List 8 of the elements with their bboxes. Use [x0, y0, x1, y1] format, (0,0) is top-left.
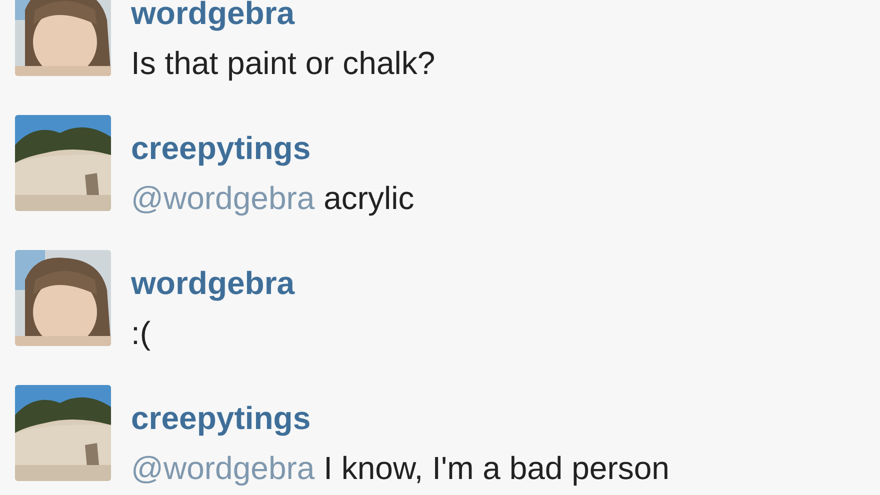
username[interactable]: creepytings [131, 399, 670, 437]
username[interactable]: wordgebra [131, 264, 295, 302]
username[interactable]: creepytings [131, 129, 414, 167]
username[interactable]: wordgebra [131, 0, 436, 32]
comment-text: @wordgebra I know, I'm a bad person [131, 449, 670, 487]
comment-text: @wordgebra acrylic [131, 179, 414, 217]
comment-text: :( [131, 314, 152, 352]
comment-text: Is that paint or chalk? [131, 44, 436, 82]
